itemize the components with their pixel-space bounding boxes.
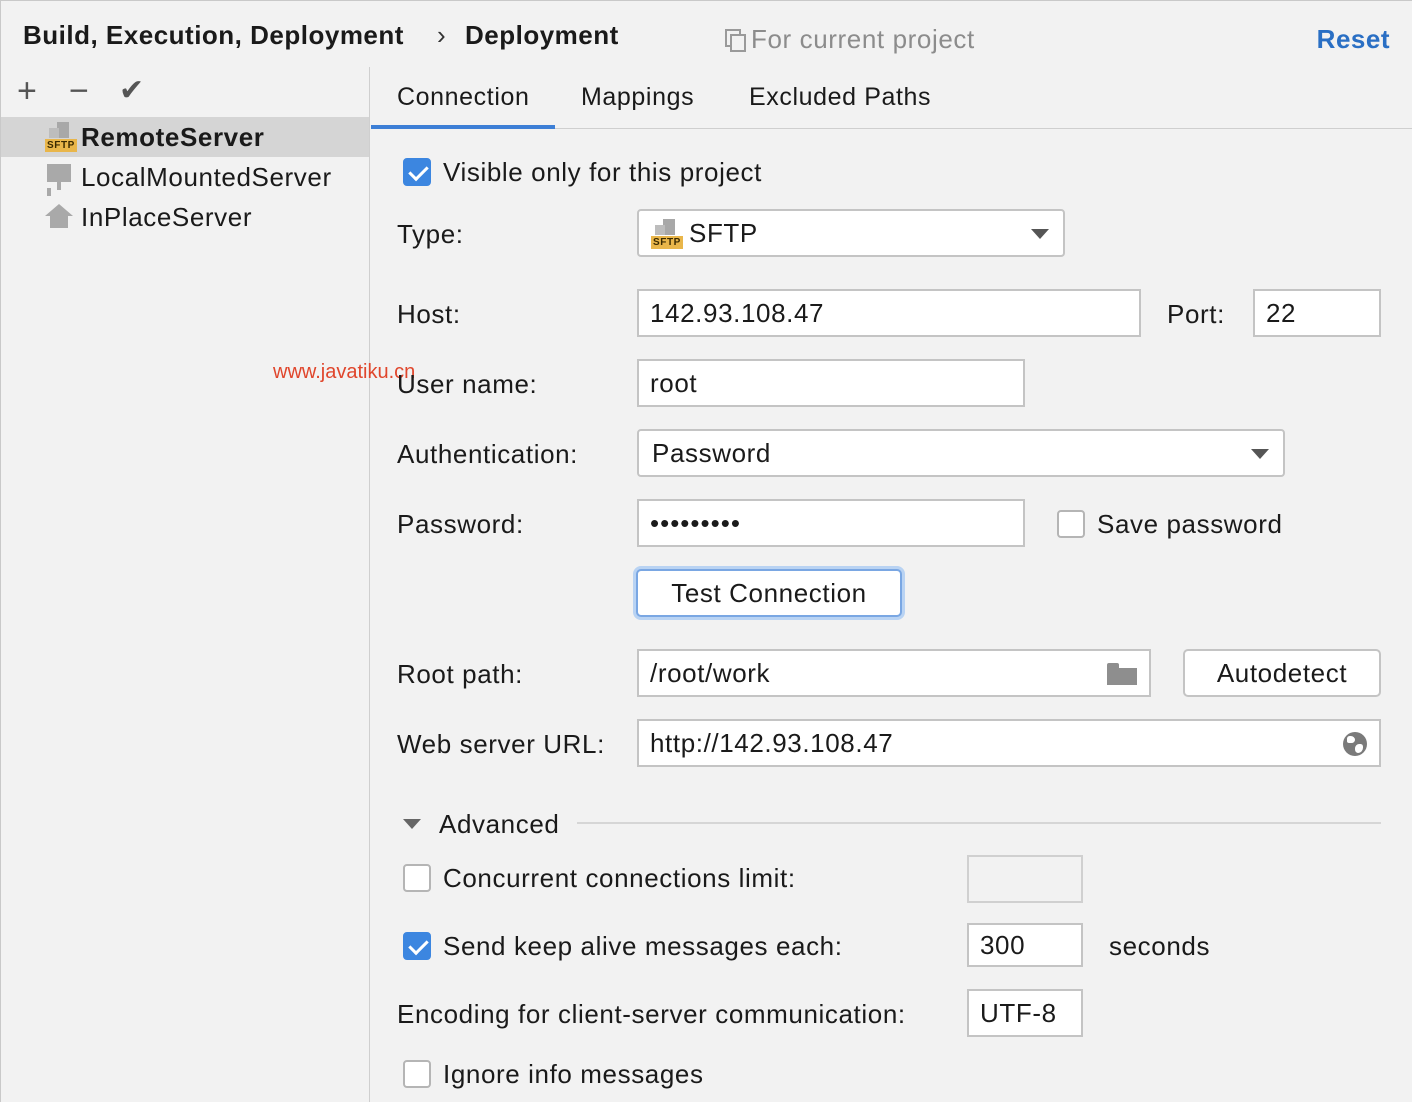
page-title: Deployment (465, 20, 619, 50)
authentication-combobox[interactable]: Password (637, 429, 1285, 477)
test-connection-button[interactable]: Test Connection (636, 569, 902, 617)
chevron-down-icon (1031, 229, 1049, 239)
concurrent-limit-label: Concurrent connections limit: (443, 863, 796, 893)
scope-indicator: For current project (725, 23, 975, 55)
tab-excluded-paths[interactable]: Excluded Paths (723, 67, 957, 129)
port-label: Port: (1167, 299, 1225, 329)
web-url-input[interactable]: http://142.93.108.47 (637, 719, 1381, 767)
sftp-tag: SFTP (651, 236, 683, 249)
save-password-checkbox[interactable] (1057, 510, 1085, 538)
set-default-button[interactable]: ✔ (119, 71, 144, 111)
advanced-section-title[interactable]: Advanced (439, 808, 559, 840)
home-icon (45, 202, 75, 232)
globe-icon[interactable] (1343, 732, 1367, 756)
server-label: LocalMountedServer (81, 161, 332, 192)
port-input[interactable]: 22 (1253, 289, 1381, 337)
sftp-tag: SFTP (45, 139, 77, 152)
section-divider (577, 822, 1381, 824)
password-input[interactable]: ••••••••• (637, 499, 1025, 547)
host-label: Host: (397, 299, 461, 329)
reset-link[interactable]: Reset (1317, 23, 1390, 55)
ignore-info-checkbox[interactable] (403, 1060, 431, 1088)
concurrent-limit-input[interactable] (967, 855, 1083, 903)
chevron-down-icon (1251, 449, 1269, 459)
autodetect-button[interactable]: Autodetect (1183, 649, 1381, 697)
add-server-button[interactable]: + (17, 71, 37, 111)
browse-folder-icon[interactable] (1107, 663, 1137, 685)
password-label: Password: (397, 509, 524, 539)
username-input[interactable]: root (637, 359, 1025, 407)
type-label: Type: (397, 219, 464, 249)
ignore-info-label: Ignore info messages (443, 1059, 704, 1089)
server-label: InPlaceServer (81, 201, 253, 232)
remove-server-button[interactable]: − (69, 71, 89, 111)
server-label: RemoteServer (81, 121, 265, 152)
encoding-input[interactable]: UTF-8 (967, 989, 1083, 1037)
type-value: SFTP (689, 218, 758, 248)
visible-only-checkbox[interactable] (403, 158, 431, 186)
sftp-server-icon: SFTP (45, 122, 77, 152)
type-combobox[interactable]: SFTP SFTP (637, 209, 1065, 257)
authentication-value: Password (652, 438, 771, 468)
concurrent-limit-checkbox[interactable] (403, 864, 431, 892)
keep-alive-label: Send keep alive messages each: (443, 931, 843, 961)
server-list-panel: + − ✔ SFTP RemoteServer LocalMountedServ… (1, 67, 370, 1102)
web-url-value: http://142.93.108.47 (650, 728, 894, 758)
server-item-remoteserver[interactable]: SFTP RemoteServer (1, 117, 369, 157)
username-label: User name: (397, 369, 538, 399)
project-scope-icon (725, 29, 746, 52)
breadcrumb-separator: › (437, 20, 446, 50)
host-input[interactable]: 142.93.108.47 (637, 289, 1141, 337)
keep-alive-unit: seconds (1109, 931, 1211, 961)
tab-mappings[interactable]: Mappings (555, 67, 720, 129)
root-path-input[interactable]: /root/work (637, 649, 1151, 697)
visible-only-label: Visible only for this project (443, 157, 762, 187)
root-path-value: /root/work (650, 658, 771, 688)
keep-alive-checkbox[interactable] (403, 932, 431, 960)
mounted-folder-icon (45, 162, 75, 192)
scope-text: For current project (751, 24, 975, 54)
encoding-label: Encoding for client-server communication… (397, 999, 906, 1029)
sftp-icon: SFTP (651, 219, 683, 249)
authentication-label: Authentication: (397, 439, 579, 469)
breadcrumb-parent[interactable]: Build, Execution, Deployment (23, 19, 404, 51)
tab-connection[interactable]: Connection (371, 67, 555, 129)
tab-bar: Connection Mappings Excluded Paths (371, 67, 1412, 129)
server-item-inplaceserver[interactable]: InPlaceServer (1, 197, 369, 237)
collapse-advanced-icon[interactable] (403, 819, 421, 829)
watermark-text: www.javatiku.cn (273, 361, 416, 383)
save-password-label: Save password (1097, 509, 1283, 539)
root-path-label: Root path: (397, 659, 523, 689)
keep-alive-input[interactable]: 300 (967, 923, 1083, 967)
web-url-label: Web server URL: (397, 729, 605, 759)
server-item-localmountedserver[interactable]: LocalMountedServer (1, 157, 369, 197)
